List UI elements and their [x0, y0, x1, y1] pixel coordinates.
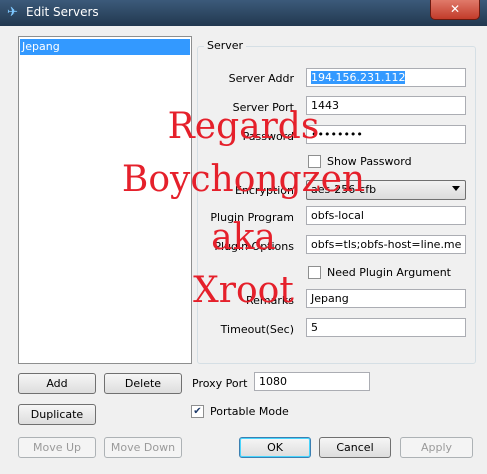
proxy-port-field[interactable]: 1080 [254, 372, 370, 391]
server-list[interactable]: Jepang (194.156.231.112:1443) [18, 36, 192, 364]
timeout-label: Timeout(Sec) [220, 323, 294, 336]
ok-button[interactable]: OK [239, 437, 311, 458]
server-port-field[interactable]: 1443 [306, 96, 466, 115]
plugin-program-label: Plugin Program [210, 211, 294, 224]
apply-button[interactable]: Apply [400, 437, 473, 458]
server-addr-label: Server Addr [228, 72, 294, 85]
show-password-box[interactable] [308, 155, 321, 168]
server-port-label: Server Port [232, 101, 294, 114]
move-down-button[interactable]: Move Down [104, 437, 182, 458]
encryption-value: aes-256-cfb [311, 183, 377, 196]
title-bar[interactable]: ✈ Edit Servers ✕ [0, 0, 487, 26]
duplicate-button[interactable]: Duplicate [18, 404, 96, 425]
checkmark-icon[interactable]: ✔ [191, 405, 204, 418]
need-plugin-argument-box[interactable] [308, 266, 321, 279]
show-password-label: Show Password [327, 155, 412, 168]
plugin-program-field[interactable]: obfs-local [306, 206, 466, 225]
move-up-button[interactable]: Move Up [18, 437, 96, 458]
proxy-port-label: Proxy Port [192, 377, 248, 390]
server-groupbox: Server [197, 39, 476, 364]
password-label: Password [242, 130, 294, 143]
delete-button[interactable]: Delete [104, 373, 182, 394]
need-plugin-argument-label: Need Plugin Argument [327, 266, 451, 279]
portable-mode-label: Portable Mode [210, 405, 289, 418]
edit-servers-window: ✈ Edit Servers ✕ Jepang (194.156.231.112… [0, 0, 487, 474]
need-plugin-argument-checkbox[interactable]: Need Plugin Argument [308, 266, 451, 279]
plugin-options-label: Plugin Options [214, 240, 294, 253]
remarks-label: Remarks [246, 294, 294, 307]
server-addr-field[interactable]: 194.156.231.112 [306, 68, 466, 87]
show-password-checkbox[interactable]: Show Password [308, 155, 412, 168]
chevron-down-icon [452, 186, 460, 191]
app-icon: ✈ [7, 5, 18, 20]
close-button[interactable]: ✕ [430, 0, 480, 20]
server-groupbox-legend: Server [204, 39, 247, 52]
server-list-item[interactable]: Jepang (194.156.231.112:1443) [20, 39, 190, 69]
dialog-body: Jepang (194.156.231.112:1443) Server Ser… [8, 26, 479, 466]
add-button[interactable]: Add [18, 373, 96, 394]
window-title: Edit Servers [26, 5, 99, 19]
encryption-label: Encryption [234, 184, 294, 197]
encryption-select[interactable]: aes-256-cfb [306, 180, 466, 200]
timeout-field[interactable]: 5 [306, 318, 466, 337]
cancel-button[interactable]: Cancel [319, 437, 391, 458]
plugin-options-field[interactable]: obfs=tls;obfs-host=line.me [306, 235, 466, 254]
password-field[interactable]: •••••••• [306, 125, 466, 144]
remarks-field[interactable]: Jepang [306, 289, 466, 308]
portable-mode-checkbox[interactable]: ✔ Portable Mode [191, 405, 289, 418]
